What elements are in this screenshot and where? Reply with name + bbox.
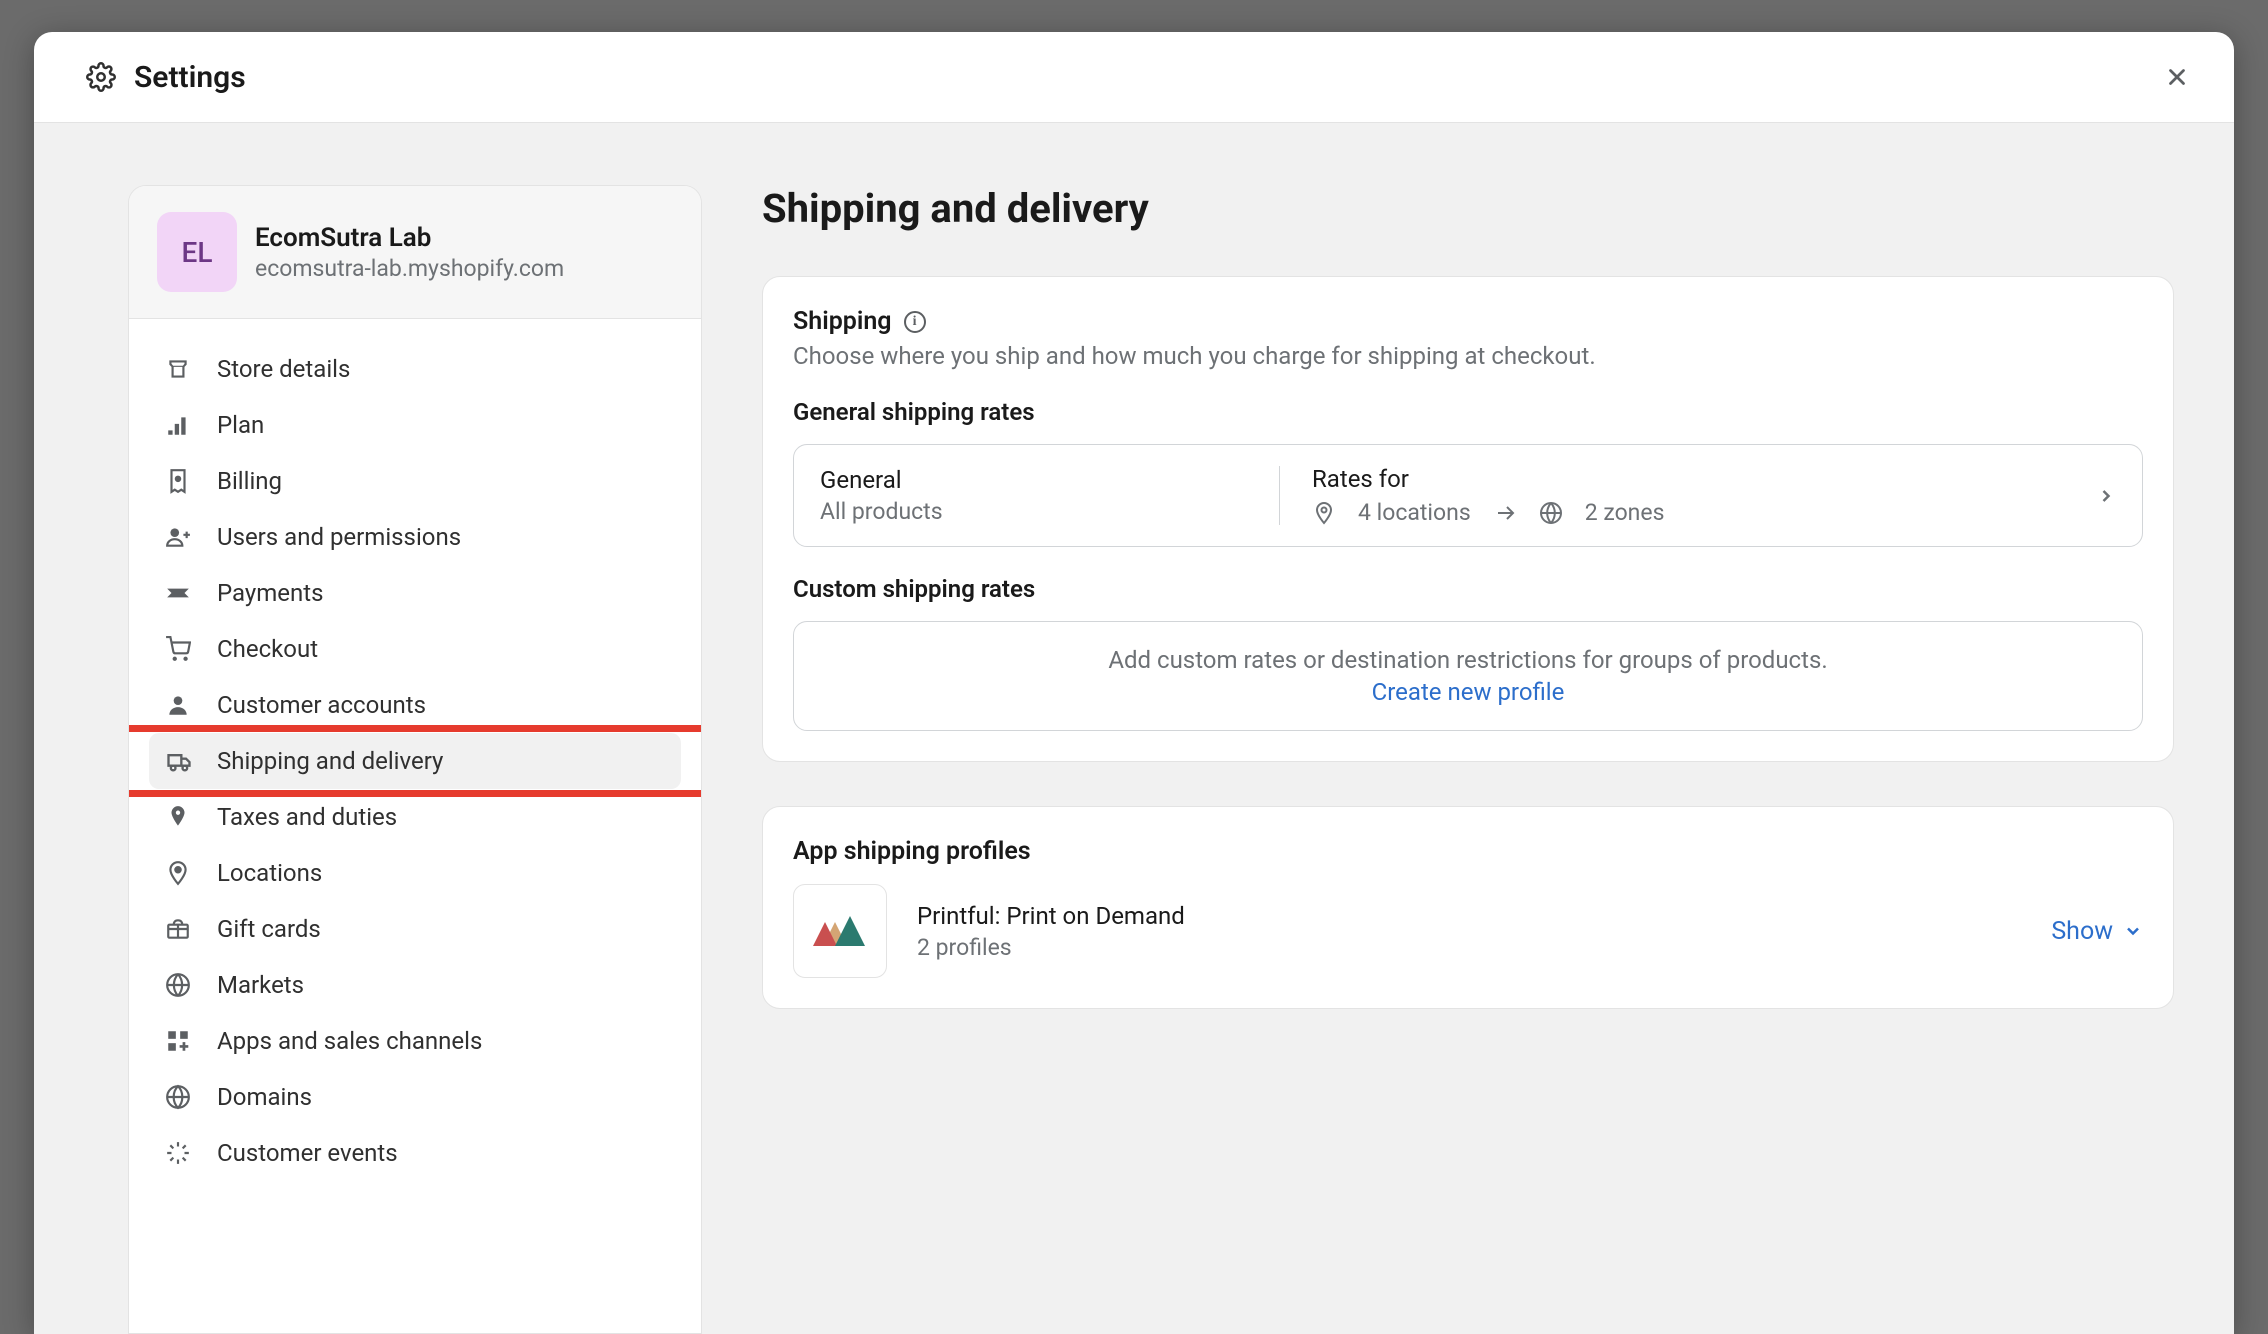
taxes-icon (165, 804, 195, 830)
payments-icon (165, 580, 195, 606)
app-thumbnail (793, 884, 887, 978)
store-avatar: EL (157, 212, 237, 292)
sidebar-item-plan[interactable]: Plan (149, 397, 681, 453)
gear-icon (86, 62, 116, 92)
sidebar-item-label: Payments (217, 579, 324, 607)
store-icon (165, 356, 195, 382)
general-profile-row[interactable]: General All products Rates for 4 locatio… (793, 444, 2143, 547)
sidebar-item-label: Locations (217, 859, 322, 887)
settings-modal: Settings EL EcomSutra Lab ecomsutra-lab.… (34, 32, 2234, 1334)
location-pin-icon (1312, 501, 1336, 525)
custom-rates-text: Add custom rates or destination restrict… (820, 646, 2116, 674)
chevron-right-icon (2096, 486, 2116, 506)
create-profile-link[interactable]: Create new profile (1372, 678, 1565, 706)
users-icon (165, 524, 195, 550)
app-profile-row: Printful: Print on Demand 2 profiles Sho… (793, 884, 2143, 978)
store-domain: ecomsutra-lab.myshopify.com (255, 255, 564, 282)
rates-for-label: Rates for (1312, 465, 2096, 493)
custom-rates-box: Add custom rates or destination restrict… (793, 621, 2143, 731)
main-content: Shipping and delivery Shipping i Choose … (702, 123, 2234, 1334)
close-button[interactable] (2156, 56, 2198, 98)
show-button[interactable]: Show (2051, 917, 2143, 946)
info-icon[interactable]: i (904, 311, 926, 333)
customer-accounts-icon (165, 692, 195, 718)
sidebar-item-shipping[interactable]: Shipping and delivery (149, 733, 681, 789)
arrow-right-icon (1493, 501, 1517, 525)
settings-sidebar: EL EcomSutra Lab ecomsutra-lab.myshopify… (128, 185, 702, 1334)
sidebar-item-domains[interactable]: Domains (149, 1069, 681, 1125)
app-profiles-card: App shipping profiles Printful: Print on… (762, 806, 2174, 1009)
app-profile-count: 2 profiles (917, 934, 2021, 961)
sidebar-item-label: Users and permissions (217, 523, 461, 551)
shipping-card: Shipping i Choose where you ship and how… (762, 276, 2174, 762)
sidebar-item-label: Markets (217, 971, 304, 999)
custom-rates-heading: Custom shipping rates (793, 575, 2143, 603)
sidebar-item-taxes[interactable]: Taxes and duties (149, 789, 681, 845)
modal-title: Settings (134, 60, 246, 95)
sidebar-item-label: Customer accounts (217, 691, 426, 719)
app-name: Printful: Print on Demand (917, 902, 2021, 930)
billing-icon (165, 468, 195, 494)
sidebar-item-label: Gift cards (217, 915, 321, 943)
page-title: Shipping and delivery (762, 185, 2174, 232)
sidebar-item-label: Plan (217, 411, 264, 439)
shipping-subtext: Choose where you ship and how much you c… (793, 342, 2143, 370)
sidebar-item-payments[interactable]: Payments (149, 565, 681, 621)
printful-logo-icon (805, 906, 875, 956)
sidebar-item-billing[interactable]: Billing (149, 453, 681, 509)
shipping-icon (165, 747, 195, 775)
sidebar-item-store-details[interactable]: Store details (149, 341, 681, 397)
apps-icon (165, 1028, 195, 1054)
gift-cards-icon (165, 916, 195, 942)
settings-nav: Store details Plan Billing Users and per… (129, 319, 701, 1181)
shipping-heading: Shipping (793, 307, 892, 336)
profile-name: General (820, 466, 1279, 494)
sidebar-item-apps[interactable]: Apps and sales channels (149, 1013, 681, 1069)
sidebar-item-checkout[interactable]: Checkout (149, 621, 681, 677)
zones-count: 2 zones (1585, 499, 1665, 526)
close-icon (2164, 64, 2190, 90)
sidebar-item-label: Store details (217, 355, 350, 383)
locations-count: 4 locations (1358, 499, 1471, 526)
globe-icon (1539, 501, 1563, 525)
sidebar-item-label: Checkout (217, 635, 318, 663)
checkout-icon (165, 636, 195, 662)
domains-icon (165, 1084, 195, 1110)
markets-icon (165, 972, 195, 998)
sidebar-item-label: Domains (217, 1083, 312, 1111)
sidebar-item-users[interactable]: Users and permissions (149, 509, 681, 565)
sidebar-item-label: Taxes and duties (217, 803, 397, 831)
sidebar-item-label: Billing (217, 467, 282, 495)
profile-coverage: All products (820, 498, 1279, 525)
sidebar-item-gift-cards[interactable]: Gift cards (149, 901, 681, 957)
sidebar-item-markets[interactable]: Markets (149, 957, 681, 1013)
sidebar-item-label: Shipping and delivery (217, 747, 443, 775)
customer-events-icon (165, 1140, 195, 1166)
sidebar-item-label: Customer events (217, 1139, 398, 1167)
store-name: EcomSutra Lab (255, 223, 564, 253)
sidebar-item-locations[interactable]: Locations (149, 845, 681, 901)
locations-icon (165, 860, 195, 886)
general-rates-heading: General shipping rates (793, 398, 2143, 426)
plan-icon (165, 412, 195, 438)
show-label: Show (2051, 917, 2113, 946)
sidebar-item-label: Apps and sales channels (217, 1027, 482, 1055)
sidebar-item-customer-events[interactable]: Customer events (149, 1125, 681, 1181)
sidebar-item-customer-accounts[interactable]: Customer accounts (149, 677, 681, 733)
modal-header: Settings (34, 32, 2234, 123)
app-profiles-heading: App shipping profiles (793, 837, 2143, 866)
chevron-down-icon (2123, 921, 2143, 941)
store-card[interactable]: EL EcomSutra Lab ecomsutra-lab.myshopify… (129, 186, 701, 319)
